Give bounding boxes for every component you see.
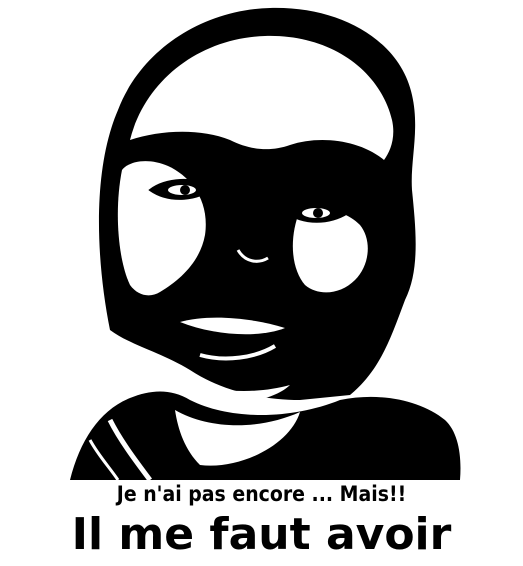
caption-line-2: Il me faut avoir [71, 509, 452, 560]
caption-line-1: Je n'ai pas encore ... Mais!! [116, 482, 407, 506]
portrait-image [70, 7, 461, 480]
right-pupil [313, 208, 323, 218]
left-pupil [180, 185, 190, 195]
